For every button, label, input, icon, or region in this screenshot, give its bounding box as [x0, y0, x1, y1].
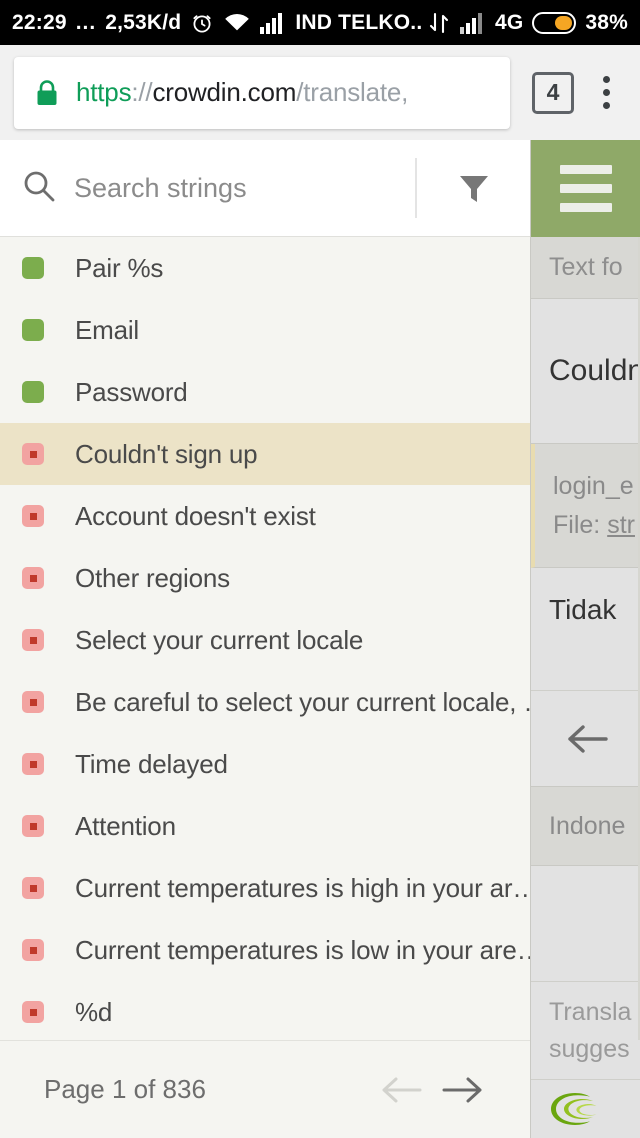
crowdin-logo-icon — [531, 1080, 640, 1138]
string-list-item-label: Other regions — [75, 562, 230, 593]
untranslated-status-icon — [22, 567, 44, 589]
untranslated-status-icon — [22, 505, 44, 527]
strings-panel: Pair %s Email Password Couldn't sign up Acco… — [0, 140, 640, 1138]
string-list-item[interactable]: Select your current locale — [0, 609, 530, 671]
filter-funnel-icon[interactable] — [417, 166, 530, 210]
untranslated-status-icon — [22, 691, 44, 713]
string-list-item-label: %d — [75, 996, 113, 1027]
status-carrier: IND TELKO.. — [295, 10, 423, 34]
string-list-item-label: Select your current locale — [75, 624, 364, 655]
string-list-item-label: Email — [75, 314, 140, 345]
signal-bars-icon — [459, 12, 486, 34]
kebab-menu-icon[interactable] — [590, 76, 626, 109]
string-list-item[interactable]: Current temperatures is high in your ar… — [0, 857, 530, 919]
string-list-item-label: Account doesn't exist — [75, 500, 316, 531]
wifi-icon — [223, 11, 251, 35]
string-list-item-label: Current temperatures is high in your ar… — [75, 872, 530, 903]
untranslated-status-icon — [22, 939, 44, 961]
string-list-item-label: Pair %s — [75, 252, 164, 283]
string-list-item[interactable]: Email — [0, 299, 530, 361]
url-path: /translate, — [296, 77, 409, 107]
data-transfer-icon — [427, 11, 451, 35]
string-list-item-label: Be careful to select your current locale… — [75, 686, 530, 717]
untranslated-status-icon — [22, 877, 44, 899]
tab-count-label: 4 — [546, 79, 560, 105]
string-list-item[interactable]: Be careful to select your current locale… — [0, 671, 530, 733]
strings-list[interactable]: Pair %s Email Password Couldn't sign up Acco… — [0, 237, 530, 1040]
translated-status-icon — [22, 319, 44, 341]
url-separator: :// — [131, 77, 153, 107]
editor-section-header: Text fo — [531, 237, 640, 299]
string-list-item-label: Current temperatures is low in your are… — [75, 934, 530, 965]
untranslated-status-icon — [22, 1001, 44, 1023]
search-bar — [0, 140, 530, 237]
url-scheme: https — [76, 77, 132, 107]
translated-status-icon — [22, 381, 44, 403]
string-list-item-label: Couldn't sign up — [75, 438, 258, 469]
string-list-item[interactable]: Pair %s — [0, 237, 530, 299]
url-text: https://crowdin.com/translate, — [76, 77, 408, 108]
signal-bars-icon — [260, 12, 286, 34]
string-list-item-label: Attention — [75, 810, 176, 841]
status-battery-percent: 38% — [585, 10, 628, 34]
untranslated-status-icon — [22, 629, 44, 651]
target-language-label[interactable]: Indone — [531, 786, 640, 866]
string-file: File: str — [553, 511, 640, 540]
android-status-bar: 22:29 ... 2,53K/d IND TELKO.. 4G 38% — [0, 0, 640, 45]
untranslated-status-icon — [22, 443, 44, 465]
translated-status-icon — [22, 257, 44, 279]
page-indicator: Page 1 of 836 — [44, 1074, 206, 1104]
string-list-item-label: Time delayed — [75, 748, 228, 779]
search-input[interactable] — [74, 172, 374, 204]
string-list-item-label: Password — [75, 376, 188, 407]
string-metadata: login_e File: str — [531, 444, 640, 568]
status-clock: 22:29 — [12, 10, 67, 34]
status-data-rate: 2,53K/d — [105, 10, 182, 34]
string-list-item[interactable]: Other regions — [0, 547, 530, 609]
address-bar[interactable]: https://crowdin.com/translate, — [14, 56, 510, 129]
editor-spacer — [531, 866, 640, 982]
string-list-item[interactable]: Time delayed — [0, 733, 530, 795]
status-network-type: 4G — [494, 10, 524, 34]
tm-line-2: sugges — [549, 1034, 630, 1063]
editor-panel: Text fo Couldn login_e File: str Tidak I… — [531, 140, 640, 1138]
translation-memory-header: Transla sugges — [531, 982, 640, 1080]
lock-icon — [34, 78, 60, 108]
untranslated-status-icon — [22, 753, 44, 775]
hamburger-menu-icon[interactable] — [531, 140, 640, 237]
string-key: login_e — [553, 471, 634, 500]
prev-page-button[interactable] — [370, 1072, 432, 1108]
file-label: File: — [553, 510, 608, 539]
url-host: crowdin.com — [152, 77, 297, 107]
back-button[interactable] — [531, 690, 640, 786]
string-list-item[interactable]: Attention — [0, 795, 530, 857]
browser-toolbar: https://crowdin.com/translate, 4 — [0, 45, 640, 140]
battery-icon — [532, 11, 577, 34]
string-list-item[interactable]: Account doesn't exist — [0, 485, 530, 547]
tm-line-1: Transla — [549, 997, 632, 1026]
tab-switcher-button[interactable]: 4 — [532, 71, 574, 114]
string-list-item[interactable]: Password — [0, 361, 530, 423]
string-list-item[interactable]: Current temperatures is low in your are… — [0, 919, 530, 981]
search-icon — [22, 169, 56, 208]
next-page-button[interactable] — [432, 1072, 494, 1108]
file-link[interactable]: str — [607, 511, 635, 539]
alarm-clock-icon — [190, 11, 214, 35]
string-list-item[interactable]: Couldn't sign up — [0, 423, 530, 485]
status-overflow-dots: ... — [75, 10, 97, 34]
untranslated-status-icon — [22, 815, 44, 837]
translation-input[interactable]: Tidak — [531, 568, 640, 690]
crowdin-translate-app: Pair %s Email Password Couldn't sign up Acco… — [0, 140, 640, 1138]
source-string-text: Couldn — [531, 299, 640, 444]
string-list-item[interactable]: %d — [0, 981, 530, 1040]
pagination-bar: Page 1 of 836 — [0, 1040, 530, 1138]
